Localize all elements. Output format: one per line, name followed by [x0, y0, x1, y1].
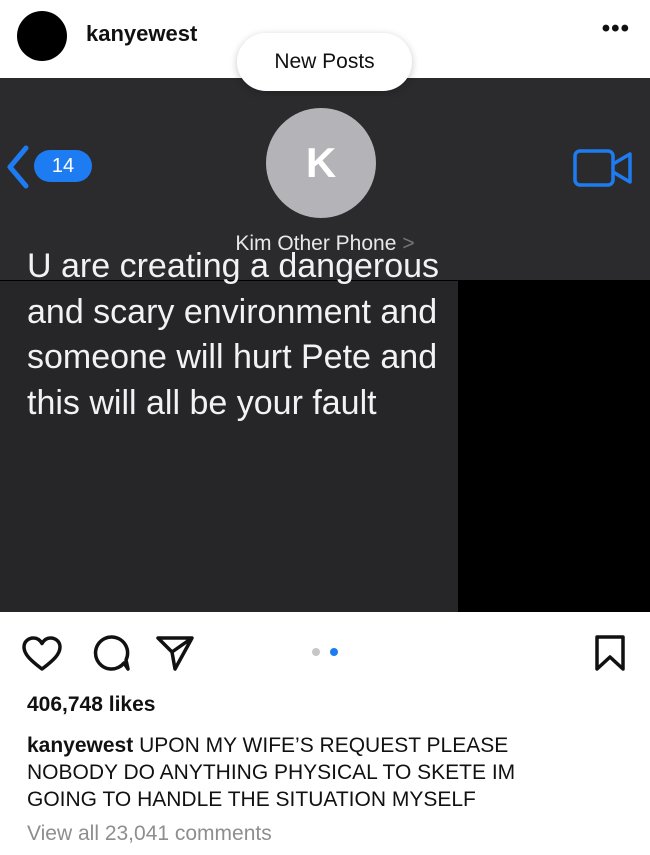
video-call-icon — [573, 149, 632, 187]
bookmark-icon[interactable] — [594, 634, 626, 672]
view-comments-link[interactable]: View all 23,041 comments — [27, 822, 272, 846]
new-posts-button[interactable]: New Posts — [237, 33, 412, 91]
share-icon[interactable] — [155, 634, 195, 672]
comment-icon[interactable] — [93, 634, 131, 672]
caption-username[interactable]: kanyewest — [27, 734, 133, 757]
more-options-icon[interactable]: ••• — [602, 17, 630, 41]
heart-icon[interactable] — [22, 636, 62, 672]
back-chevron-icon — [7, 145, 29, 189]
unread-count-badge: 14 — [34, 150, 92, 182]
post-caption: kanyewest UPON MY WIFE’S REQUEST PLEASE … — [27, 732, 587, 813]
carousel-dot-1 — [312, 648, 320, 656]
likes-count[interactable]: 406,748 likes — [27, 693, 155, 717]
contact-avatar: K — [266, 108, 376, 218]
post-username[interactable]: kanyewest — [86, 21, 197, 47]
carousel-dot-2 — [330, 648, 338, 656]
message-text: U are creating a dangerous and scary env… — [27, 247, 440, 422]
avatar[interactable] — [17, 11, 67, 61]
